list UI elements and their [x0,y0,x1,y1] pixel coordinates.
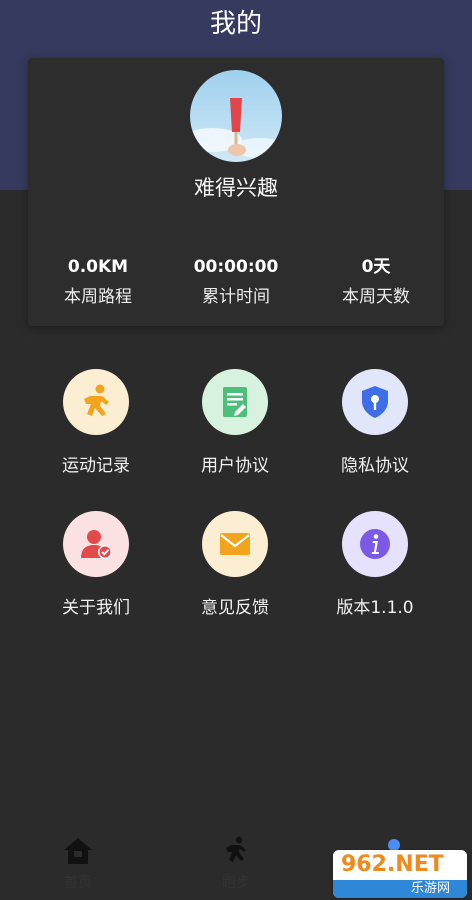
tab-running[interactable]: 跑步 [196,836,276,892]
menu-label: 用户协议 [201,456,269,476]
profile-card: 难得兴趣 0.0KM 本周路程 00:00:00 累计时间 0天 本周天数 [28,58,444,326]
stat-label: 本周天数 [342,287,410,307]
menu-item-exercise-records[interactable]: 运动记录 [26,369,166,476]
stat-total-time: 00:00:00 累计时间 [166,256,306,307]
stat-label: 本周路程 [64,287,132,307]
watermark-subtitle: 乐游网 [411,881,451,896]
running-icon [63,369,129,435]
avatar-image [190,70,282,162]
menu-item-user-agreement[interactable]: 用户协议 [165,369,305,476]
runner-icon [226,836,246,862]
stat-label: 累计时间 [202,287,270,307]
home-icon [64,838,92,864]
menu-item-about-us[interactable]: 关于我们 [26,511,166,618]
document-edit-icon [202,369,268,435]
info-icon [342,511,408,577]
menu-label: 隐私协议 [341,456,409,476]
menu-item-version[interactable]: 版本1.1.0 [305,511,445,618]
user-check-icon [63,511,129,577]
stat-value: 0.0KM [67,257,129,277]
shield-key-icon [342,369,408,435]
watermark-brand: 962.NET [341,852,444,877]
menu-label: 版本1.1.0 [336,598,414,618]
tab-home[interactable]: 首页 [38,836,118,892]
stat-weekly-distance: 0.0KM 本周路程 [28,256,168,307]
menu-item-feedback[interactable]: 意见反馈 [165,511,305,618]
watermark-logo: 962.NET 乐游网 [333,850,467,898]
mail-icon [202,511,268,577]
avatar[interactable] [190,70,282,162]
menu-label: 运动记录 [62,456,130,476]
stat-value: 0天 [361,257,391,277]
stat-weekly-days: 0天 本周天数 [306,256,446,307]
page-title: 我的 [209,9,262,39]
tab-label: 跑步 [222,875,250,891]
menu-item-privacy-policy[interactable]: 隐私协议 [305,369,445,476]
username: 难得兴趣 [194,176,278,200]
tab-label: 首页 [64,875,92,891]
menu-label: 意见反馈 [201,598,269,618]
menu-label: 关于我们 [62,598,130,618]
stat-value: 00:00:00 [193,257,279,277]
